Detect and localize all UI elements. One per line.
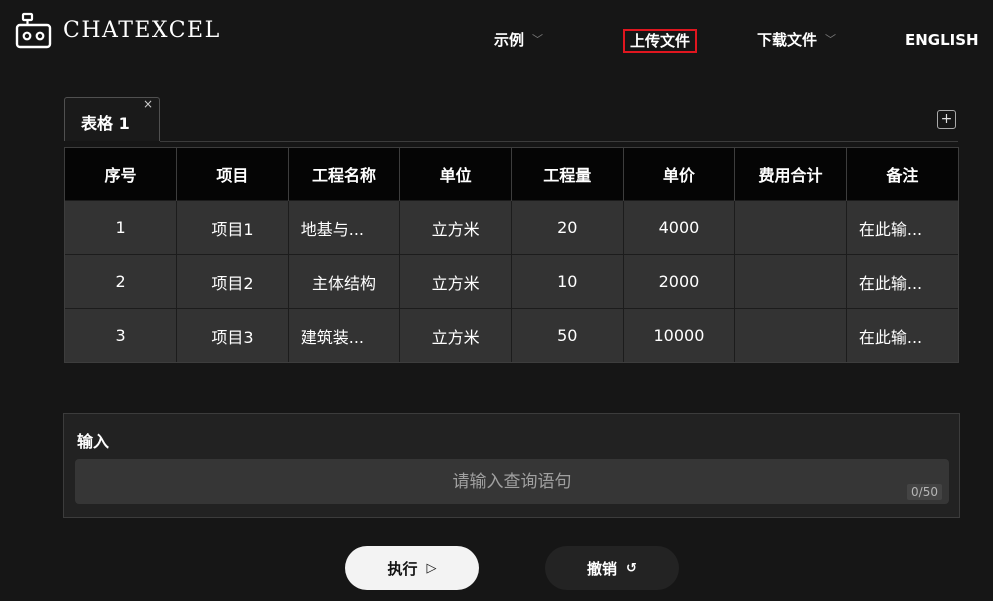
table-cell[interactable]: 立方米 [399, 254, 512, 309]
play-icon: ▷ [426, 560, 437, 576]
table-cell[interactable]: 10 [511, 254, 624, 309]
table-cell[interactable]: 在此输... [846, 308, 958, 362]
table-cell[interactable]: 立方米 [399, 200, 512, 255]
table-cell[interactable]: 2000 [623, 254, 736, 309]
table-cell[interactable] [734, 308, 847, 362]
data-table: 序号 项目 工程名称 单位 工程量 单价 费用合计 备注 1 项目1 地基与..… [64, 147, 959, 363]
table-cell[interactable]: 3 [65, 308, 178, 362]
chevron-down-icon: ﹀ [825, 33, 837, 46]
tab-divider [160, 141, 958, 142]
table-cell[interactable] [734, 254, 847, 309]
table-cell[interactable]: 在此输... [846, 254, 958, 309]
nav-examples[interactable]: 示例 ﹀ [494, 31, 543, 49]
table-row: 2 项目2 主体结构 立方米 10 2000 在此输... [65, 254, 958, 309]
column-header[interactable]: 项目 [176, 148, 289, 201]
undo-icon: ↺ [626, 560, 637, 576]
column-header[interactable]: 工程量 [511, 148, 624, 201]
table-cell[interactable]: 50 [511, 308, 624, 362]
table-cell[interactable]: 项目3 [176, 308, 289, 362]
run-button[interactable]: 执行 ▷ [345, 546, 479, 590]
robot-icon [15, 12, 52, 49]
query-input[interactable] [75, 459, 949, 504]
table-cell[interactable]: 10000 [623, 308, 736, 362]
nav-download-label: 下载文件 [757, 31, 818, 49]
run-button-label: 执行 [387, 559, 418, 578]
table-cell[interactable]: 2 [65, 254, 178, 309]
table-cell[interactable]: 主体结构 [288, 254, 401, 309]
nav-download-file[interactable]: 下载文件 ﹀ [757, 31, 836, 49]
table-row: 1 项目1 地基与... 立方米 20 4000 在此输... [65, 200, 958, 255]
table-cell[interactable]: 立方米 [399, 308, 512, 362]
table-cell[interactable]: 项目2 [176, 254, 289, 309]
column-header[interactable]: 单价 [623, 148, 736, 201]
chevron-down-icon: ﹀ [532, 33, 544, 46]
table-header-row: 序号 项目 工程名称 单位 工程量 单价 费用合计 备注 [65, 148, 958, 201]
tab-label: 表格 1 [81, 114, 130, 133]
add-tab-button[interactable]: + [937, 110, 956, 129]
undo-button-label: 撤销 [587, 559, 618, 578]
table-cell[interactable]: 地基与... [288, 200, 401, 255]
table-cell[interactable] [734, 200, 847, 255]
table-row: 3 项目3 建筑装... 立方米 50 10000 在此输... [65, 308, 958, 362]
nav-upload-file[interactable]: 上传文件 [623, 29, 698, 53]
column-header[interactable]: 费用合计 [734, 148, 847, 201]
nav-language-label: ENGLISH [905, 31, 979, 49]
column-header[interactable]: 备注 [846, 148, 958, 201]
query-panel: 输入 0/50 [63, 413, 960, 518]
table-cell[interactable]: 20 [511, 200, 624, 255]
column-header[interactable]: 单位 [399, 148, 512, 201]
table-cell[interactable]: 在此输... [846, 200, 958, 255]
char-counter: 0/50 [907, 484, 942, 500]
app-logo[interactable]: CHATEXCEL [14, 12, 221, 50]
tab-sheet-1[interactable]: 表格 1 × [64, 97, 160, 141]
table-cell[interactable]: 建筑装... [288, 308, 401, 362]
nav-examples-label: 示例 [494, 31, 525, 49]
nav-language-toggle[interactable]: ENGLISH [905, 31, 979, 49]
column-header[interactable]: 工程名称 [288, 148, 401, 201]
table-cell[interactable]: 4000 [623, 200, 736, 255]
nav-upload-label: 上传文件 [630, 32, 691, 50]
input-label: 输入 [77, 432, 110, 451]
close-icon[interactable]: × [143, 97, 153, 111]
column-header[interactable]: 序号 [65, 148, 178, 201]
undo-button[interactable]: 撤销 ↺ [545, 546, 679, 590]
table-cell[interactable]: 1 [65, 200, 178, 255]
table-cell[interactable]: 项目1 [176, 200, 289, 255]
logo-text: CHATEXCEL [63, 18, 221, 43]
